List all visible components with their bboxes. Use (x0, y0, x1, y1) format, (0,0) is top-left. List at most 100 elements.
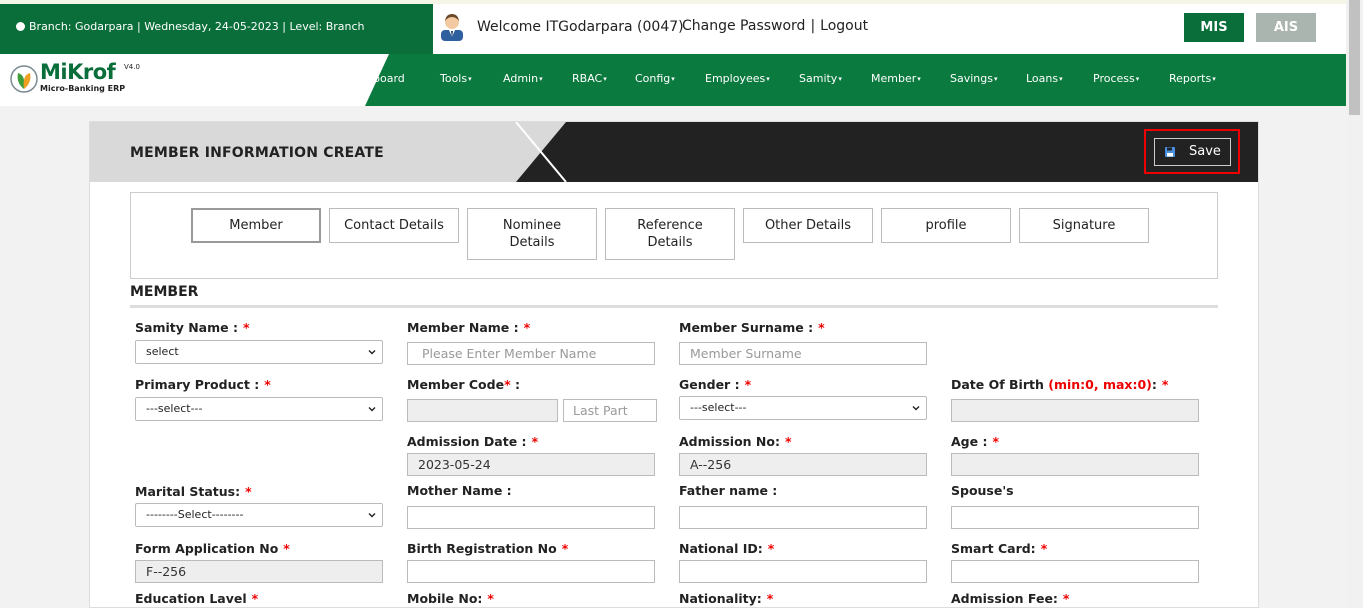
input-placeholder: Member Surname (690, 346, 802, 361)
birth-registration-no-input[interactable] (407, 560, 655, 583)
mother-name-input[interactable] (407, 506, 655, 529)
tab-signature[interactable]: Signature (1019, 208, 1149, 243)
nav-item-process[interactable]: Process▾ (1093, 72, 1139, 85)
smart-card-input[interactable] (951, 560, 1199, 583)
nav-label: Process (1093, 72, 1135, 85)
caret-down-icon: ▾ (671, 75, 675, 83)
father-name-input[interactable] (679, 506, 927, 529)
nav-item-tools[interactable]: Tools▾ (440, 72, 472, 85)
chevron-down-icon (368, 407, 376, 412)
label-text: Nationality: (679, 591, 762, 606)
label-text: Admission Fee: (951, 591, 1058, 606)
tab-contact-details[interactable]: Contact Details (329, 208, 459, 243)
education-level-label: Education Lavel * (135, 591, 258, 606)
branch-bar-notch (402, 4, 433, 54)
nav-label: Admin (503, 72, 539, 85)
tab-label: Other Details (764, 218, 852, 233)
nav-item-member[interactable]: Member▾ (871, 72, 921, 85)
input-value: F--256 (146, 564, 187, 579)
scrollbar-thumb[interactable] (1349, 0, 1360, 115)
nav-item-reports[interactable]: Reports▾ (1169, 72, 1216, 85)
link-separator: | (810, 18, 816, 34)
national-id-label: National ID: * (679, 541, 774, 556)
nav-label: Samity (799, 72, 838, 85)
admission-fee-label: Admission Fee: * (951, 591, 1069, 606)
change-password-link[interactable]: Change Password (682, 18, 805, 34)
page-title: MEMBER INFORMATION CREATE (130, 145, 384, 161)
label-text: Birth Registration No (407, 541, 557, 556)
input-placeholder: Please Enter Member Name (422, 346, 597, 361)
tab-nominee-details[interactable]: Nominee Details (467, 208, 597, 260)
caret-down-icon: ▾ (838, 75, 842, 83)
input-placeholder: Last Part (573, 403, 628, 418)
admission-date-input[interactable]: 2023-05-24 (407, 453, 655, 476)
samity-name-label: Samity Name : * (135, 320, 250, 335)
nav-item-admin[interactable]: Admin▾ (503, 72, 543, 85)
tab-other-details[interactable]: Other Details (743, 208, 873, 243)
required-marker: * (504, 377, 511, 392)
nav-item-employees[interactable]: Employees▾ (705, 72, 770, 85)
label-text: Primary Product : (135, 377, 260, 392)
tab-member[interactable]: Member (191, 208, 321, 243)
caret-down-icon: ▾ (468, 75, 472, 83)
ais-button[interactable]: AIS (1256, 13, 1316, 42)
spouse-label: Spouse's (951, 483, 1014, 498)
nav-item-dashboard[interactable]: board (373, 72, 405, 85)
gender-label: Gender : * (679, 377, 751, 392)
nav-item-savings[interactable]: Savings▾ (950, 72, 998, 85)
required-marker: * (1062, 591, 1070, 606)
nav-label: Config (635, 72, 671, 85)
member-surname-label: Member Surname : * (679, 320, 825, 335)
floppy-disk-icon (1165, 147, 1175, 157)
admission-no-label: Admission No: * (679, 434, 792, 449)
label-colon: : (1151, 377, 1157, 392)
nav-label: RBAC (572, 72, 603, 85)
caret-down-icon: ▾ (917, 75, 921, 83)
logo-version: V4.0 (124, 63, 140, 71)
mis-button[interactable]: MIS (1184, 13, 1244, 42)
label-text: Admission No: (679, 434, 780, 449)
section-divider (130, 305, 1218, 308)
member-surname-input[interactable]: Member Surname (679, 342, 927, 365)
label-text: Member Name : (407, 320, 519, 335)
nav-label: Loans (1026, 72, 1059, 85)
spouse-input[interactable] (951, 506, 1199, 529)
samity-name-select[interactable]: select (135, 340, 383, 364)
tab-profile[interactable]: profile (881, 208, 1011, 243)
member-name-input[interactable]: Please Enter Member Name (407, 342, 655, 365)
member-code-prefix-input (407, 399, 558, 422)
marital-status-select[interactable]: --------Select-------- (135, 503, 383, 527)
tab-label: Member (229, 218, 283, 233)
gender-select[interactable]: ---select--- (679, 396, 927, 420)
logout-link[interactable]: Logout (820, 18, 868, 34)
national-id-input[interactable] (679, 560, 927, 583)
save-button[interactable]: Save (1154, 138, 1231, 166)
tab-reference-details[interactable]: Reference Details (605, 208, 735, 260)
caret-down-icon: ▾ (766, 75, 770, 83)
nav-item-config[interactable]: Config▾ (635, 72, 675, 85)
member-code-last-part-input[interactable]: Last Part (563, 399, 657, 422)
nav-item-loans[interactable]: Loans▾ (1026, 72, 1063, 85)
caret-down-icon: ▾ (539, 75, 543, 83)
tab-label: Signature (1052, 218, 1116, 233)
select-value: ---select--- (146, 402, 203, 415)
required-marker: * (242, 320, 250, 335)
nav-label: Tools (440, 72, 468, 85)
age-label: Age : * (951, 434, 999, 449)
user-avatar-icon (441, 14, 463, 41)
label-text: Admission Date : (407, 434, 527, 449)
required-marker: * (245, 484, 252, 499)
father-name-label: Father name : (679, 483, 778, 498)
primary-product-select[interactable]: ---select--- (135, 397, 383, 421)
date-of-birth-input[interactable] (951, 399, 1199, 422)
label-text: Date Of Birth (951, 377, 1044, 392)
label-text: Smart Card: (951, 541, 1036, 556)
admission-date-label: Admission Date : * (407, 434, 538, 449)
nav-item-rbac[interactable]: RBAC▾ (572, 72, 607, 85)
label-text: Member Code (407, 377, 505, 392)
nav-item-samity[interactable]: Samity▾ (799, 72, 842, 85)
required-marker: * (1040, 541, 1048, 556)
account-links: Change Password | Logout (682, 18, 868, 34)
required-marker: * (487, 591, 494, 606)
nav-label: Member (871, 72, 917, 85)
